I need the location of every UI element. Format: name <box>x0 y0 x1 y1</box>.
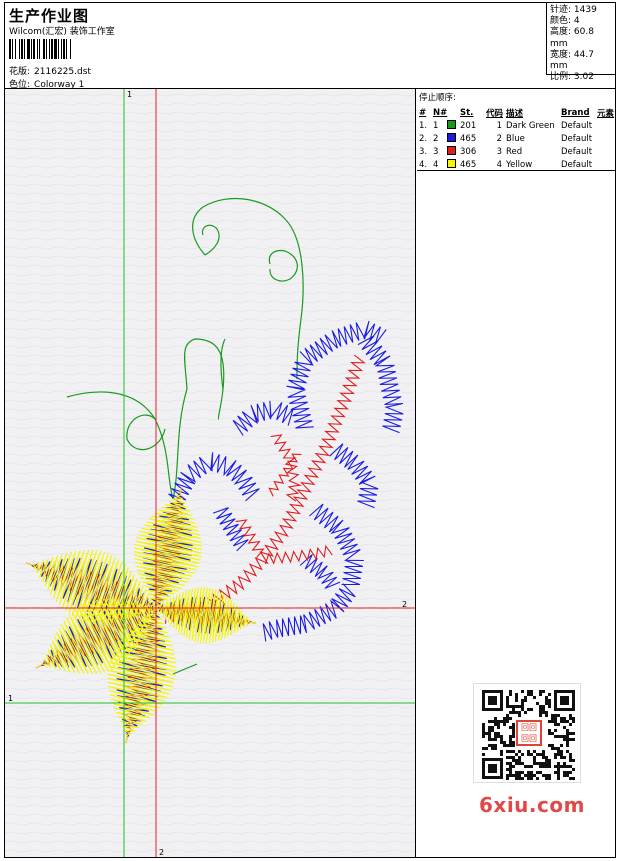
stop-sequence-legend: 停止顺序: # N# St. 代码 描述 Brand 元素 1. 1 201 1 Dar… <box>417 89 615 171</box>
legend-desc: Red <box>506 146 523 157</box>
legend-idx: 1. <box>419 120 428 131</box>
legend-swatch <box>447 132 460 145</box>
stat-height: 高度: 60.8 mm <box>550 27 594 49</box>
guide-label-red-right: 2 <box>402 600 407 609</box>
design-canvas[interactable]: 1 1 2 2 <box>5 89 416 857</box>
guide-label-green-left: 1 <box>8 694 13 703</box>
legend-code: 4 <box>496 159 502 170</box>
legend-row[interactable]: 2. 2 465 2 Blue Default <box>419 132 613 145</box>
stat-colors: 颜色: 4 <box>550 16 580 27</box>
blue-stitch-layer <box>25 320 404 744</box>
legend-stitches: 465 <box>460 159 477 170</box>
legend-header-stitches: St. <box>460 107 474 118</box>
legend-brand: Default <box>561 159 593 170</box>
legend-header-row: # N# St. 代码 描述 Brand 元素 <box>419 106 615 119</box>
qr-stamp-logo: 回回回回 <box>516 720 542 746</box>
color-swatch <box>447 132 456 142</box>
guide-label-green-top: 1 <box>127 90 132 99</box>
legend-idx: 2. <box>419 133 428 144</box>
legend-brand: Default <box>561 133 593 144</box>
legend-desc: Blue <box>506 133 525 144</box>
legend-code: 3 <box>496 146 502 157</box>
legend-code: 2 <box>496 133 502 144</box>
barcode <box>9 39 145 59</box>
design-name-row: 花版: 2116225.dst <box>9 64 91 77</box>
legend-stitches: 306 <box>460 146 477 157</box>
legend-row[interactable]: 3. 3 306 3 Red Default <box>419 145 613 158</box>
sheet-header: 生产作业图 Wilcom(汇宏) 装饰工作室 花版: 2116225.dst 色位… <box>5 3 615 90</box>
design-value: 2116225.dst <box>34 67 91 77</box>
legend-header-idx: # <box>419 107 427 118</box>
legend-header-code: 代码 <box>486 108 504 119</box>
legend-row[interactable]: 1. 1 201 1 Dark Green Default <box>419 119 613 132</box>
legend-stitches: 465 <box>460 133 477 144</box>
legend-needle: 4 <box>433 159 439 170</box>
red-stitch-layer <box>25 354 366 744</box>
legend-needle: 1 <box>433 120 439 131</box>
embroidery-preview: 1 1 2 2 <box>5 89 415 857</box>
color-swatch <box>447 119 456 129</box>
qr-code[interactable]: 回回回回 <box>473 683 581 783</box>
legend-idx: 4. <box>419 159 428 170</box>
legend-needle: 2 <box>433 133 439 144</box>
legend-needle: 3 <box>433 146 439 157</box>
stats-box: 针迹: 1439 颜色: 4 高度: 60.8 mm 宽度: 44.7 mm 比… <box>546 3 615 82</box>
production-sheet: 生产作业图 Wilcom(汇宏) 装饰工作室 花版: 2116225.dst 色位… <box>4 2 616 858</box>
design-label: 花版: <box>9 67 31 77</box>
color-swatch <box>447 158 456 168</box>
legend-brand: Default <box>561 120 593 131</box>
legend-header-brand: Brand <box>561 107 590 118</box>
legend-row[interactable]: 4. 4 465 4 Yellow Default <box>419 158 613 171</box>
stat-width: 宽度: 44.7 mm <box>550 49 594 72</box>
page-title: 生产作业图 <box>9 7 90 25</box>
legend-swatch <box>447 158 460 171</box>
legend-desc: Yellow <box>506 159 533 170</box>
legend-swatch <box>447 145 460 158</box>
legend-desc: Dark Green <box>506 120 555 131</box>
legend-brand: Default <box>561 146 593 157</box>
legend-title: 停止顺序: <box>419 93 456 103</box>
legend-swatch <box>447 119 460 132</box>
legend-header-desc: 描述 <box>506 108 524 119</box>
stat-stitches: 针迹: 1439 <box>550 5 597 15</box>
stat-scale: 比例: 3.02 <box>550 72 594 83</box>
company-name: Wilcom(汇宏) 装饰工作室 <box>9 27 115 37</box>
legend-code: 1 <box>496 120 502 131</box>
guide-label-red-bottom: 2 <box>159 848 164 857</box>
legend-idx: 3. <box>419 146 428 157</box>
color-swatch <box>447 145 456 155</box>
legend-stitches: 201 <box>460 120 477 131</box>
site-watermark: 6xiu.com <box>479 793 585 817</box>
legend-header-element: 元素 <box>597 108 615 119</box>
legend-header-n: N# <box>433 107 448 118</box>
